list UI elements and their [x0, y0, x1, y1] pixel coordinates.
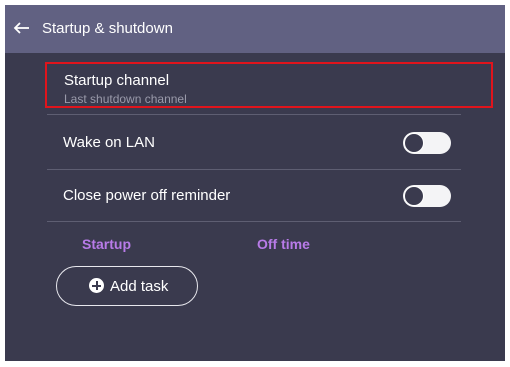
add-task-button[interactable]: Add task: [56, 266, 198, 306]
toggle-knob: [404, 186, 424, 206]
settings-window: Startup & shutdown Startup channel Last …: [5, 5, 505, 361]
header-bar: Startup & shutdown: [5, 5, 505, 53]
plus-circle-icon: [89, 278, 104, 293]
close-power-off-reminder-label: Close power off reminder: [63, 187, 231, 204]
add-task-label: Add task: [110, 278, 169, 295]
startup-channel-item[interactable]: Startup channel Last shutdown channel: [45, 62, 493, 108]
wake-on-lan-label: Wake on LAN: [63, 134, 155, 151]
divider: [47, 169, 461, 170]
startup-channel-value: Last shutdown channel: [64, 92, 187, 106]
startup-channel-label: Startup channel: [64, 72, 170, 89]
close-power-off-reminder-toggle[interactable]: [403, 185, 451, 207]
column-header-off-time: Off time: [257, 236, 310, 252]
column-header-startup: Startup: [82, 236, 131, 252]
close-power-off-reminder-row[interactable]: Close power off reminder: [47, 172, 461, 220]
divider: [47, 114, 461, 115]
wake-on-lan-row[interactable]: Wake on LAN: [47, 119, 461, 167]
wake-on-lan-toggle[interactable]: [403, 132, 451, 154]
page-title: Startup & shutdown: [42, 20, 173, 37]
toggle-knob: [404, 133, 424, 153]
arrow-left-icon[interactable]: [12, 18, 32, 38]
divider: [47, 221, 461, 222]
